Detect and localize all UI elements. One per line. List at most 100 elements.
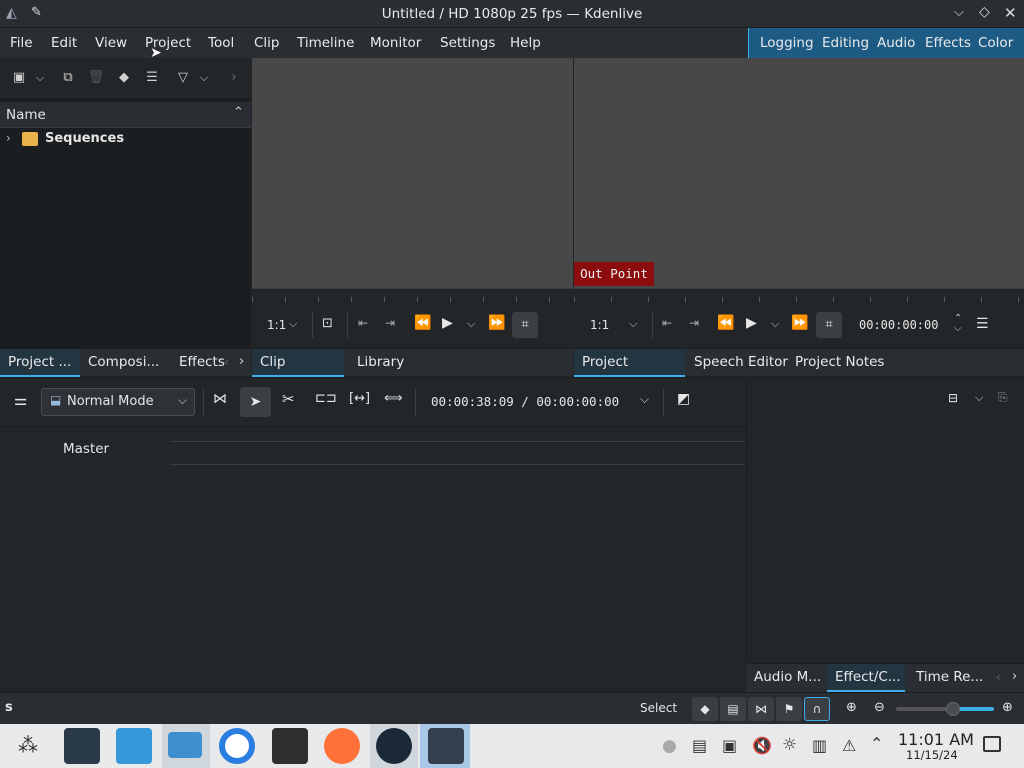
steam-tray-icon[interactable]: ● [662, 736, 677, 756]
edit-mode-select[interactable]: ⬓ Normal Mode ⌵ [41, 388, 195, 416]
project-monitor-screen[interactable] [574, 58, 1024, 288]
brightness-icon[interactable]: ☼ [782, 735, 797, 755]
clip-monitor-screen[interactable] [252, 58, 573, 288]
save-stack-icon[interactable]: ⎘ [998, 390, 1008, 405]
menu-edit[interactable]: Edit [51, 35, 77, 51]
chevron-right-icon[interactable]: › [223, 67, 245, 89]
chromium-icon[interactable] [219, 728, 255, 764]
add-folder-icon[interactable]: ⧉ [57, 67, 79, 89]
tag-icon[interactable]: ◆ [692, 697, 718, 721]
compare-icon[interactable]: ⊟ [948, 391, 958, 405]
chevron-up-icon[interactable]: ⌃ [870, 734, 883, 753]
maximize-icon[interactable]: ◇ [979, 4, 990, 20]
tab-time-remap[interactable]: Time Re... [908, 664, 991, 692]
storage-icon[interactable]: ▥ [812, 736, 827, 755]
menu-view[interactable]: View [95, 35, 127, 51]
track-settings-icon[interactable]: ⚌ [14, 391, 27, 409]
clip-zoom-select[interactable]: 1:1 [267, 318, 286, 332]
spacer-tool-icon[interactable]: ⋈ [213, 391, 227, 407]
set-out-point-icon[interactable]: ⇥ [689, 316, 699, 330]
spin-down-icon[interactable]: ⌵ [954, 323, 962, 334]
layout-editing[interactable]: Editing [822, 35, 869, 51]
tab-clip-monitor[interactable]: Clip Monitor [252, 349, 344, 397]
crop-icon[interactable]: ⌗ [816, 312, 842, 338]
menu-file[interactable]: File [10, 35, 33, 51]
clip-monitor-ruler[interactable] [252, 288, 573, 302]
tab-audio-mixer[interactable]: Audio M... [746, 664, 829, 692]
chevron-right-icon[interactable]: › [239, 354, 244, 369]
ripple-tool-icon[interactable]: ⊏⊐ [315, 391, 337, 406]
sort-up-icon[interactable]: ⌃ [233, 105, 244, 120]
marker-flag-icon[interactable]: ⚑ [776, 697, 802, 721]
chevron-down-icon[interactable]: ⌵ [771, 317, 779, 331]
expand-arrow-icon[interactable]: › [6, 131, 11, 145]
rewind-icon[interactable]: ⏪ [414, 315, 431, 331]
menu-clip[interactable]: Clip [254, 35, 280, 51]
steam-icon[interactable] [376, 728, 412, 764]
app-launcher-icon[interactable]: ⁂ [18, 733, 38, 757]
zoom-fit-icon[interactable]: ⊕ [846, 700, 857, 715]
menu-timeline[interactable]: Timeline [297, 35, 354, 51]
kdenlive-task-icon[interactable] [428, 728, 464, 764]
bin-header[interactable]: Name ⌃ [0, 102, 251, 128]
chevron-left-icon[interactable]: ‹ [224, 355, 229, 369]
zoom-slider[interactable] [896, 702, 994, 716]
filter-icon[interactable]: ▽ [172, 67, 194, 89]
forward-icon[interactable]: ⏩ [791, 315, 808, 331]
tab-compositions[interactable]: Composi... [80, 349, 167, 377]
tab-speech-editor[interactable]: Speech Editor [686, 349, 796, 377]
firefox-icon[interactable] [324, 728, 360, 764]
delete-icon[interactable]: 🗑 [85, 67, 107, 89]
discover-icon[interactable] [116, 728, 152, 764]
chevron-down-icon[interactable]: ⌵ [33, 67, 47, 89]
set-out-point-icon[interactable]: ⇥ [385, 316, 395, 330]
clock-date[interactable]: 11/15/24 [906, 748, 958, 762]
chevron-down-icon[interactable]: ⌵ [629, 317, 637, 331]
layout-audio[interactable]: Audio [877, 35, 915, 51]
system-settings-icon[interactable] [64, 728, 100, 764]
razor-tool-icon[interactable]: ✂ [282, 390, 295, 408]
minimize-icon[interactable]: ⌵ [954, 5, 964, 20]
tab-project-notes[interactable]: Project Notes [787, 349, 892, 377]
show-desktop-icon[interactable] [983, 736, 1001, 752]
chevron-left-icon[interactable]: ‹ [996, 670, 1001, 684]
menu-tool[interactable]: Tool [208, 35, 234, 51]
play-icon[interactable]: ▶ [442, 315, 453, 331]
play-icon[interactable]: ▶ [746, 315, 757, 331]
project-monitor-ruler[interactable] [574, 288, 1024, 302]
set-in-point-icon[interactable]: ⇤ [358, 316, 368, 330]
chevron-down-icon[interactable]: ⌵ [197, 67, 211, 89]
slide-tool-icon[interactable]: ⟺ [384, 391, 403, 406]
forward-icon[interactable]: ⏩ [488, 315, 505, 331]
add-clip-icon[interactable]: ▣ [8, 67, 30, 89]
menu-lines-icon[interactable]: ☰ [141, 67, 163, 89]
menu-lines-icon[interactable]: ☰ [976, 316, 989, 332]
terminal-icon[interactable] [272, 728, 308, 764]
tab-effect-composition[interactable]: Effect/C... [827, 664, 905, 692]
list-item[interactable]: › Sequences [0, 130, 251, 150]
timeline-timecode[interactable]: 00:00:38:09 / 00:00:00:00 [431, 394, 619, 409]
chevron-right-icon[interactable]: › [1012, 669, 1017, 684]
stop-icon[interactable]: ⊡ [322, 316, 333, 331]
project-zoom-select[interactable]: 1:1 [590, 318, 609, 332]
tab-project-bin[interactable]: Project ... [0, 349, 80, 377]
tag-icon[interactable]: ◆ [113, 67, 135, 89]
clock-time[interactable]: 11:01 AM [898, 730, 974, 749]
chevron-down-icon[interactable]: ⌵ [640, 392, 649, 407]
project-timecode[interactable]: 00:00:00:00 [859, 318, 938, 332]
timeline-ruler[interactable] [170, 441, 745, 465]
volume-muted-icon[interactable]: 🔇 [752, 736, 772, 755]
overview-icon[interactable]: ◩ [677, 391, 690, 407]
close-icon[interactable]: ✕ [1004, 4, 1017, 22]
zoom-out-icon[interactable]: ⊖ [874, 700, 885, 715]
menu-monitor[interactable]: Monitor [370, 35, 421, 51]
timeline-area[interactable]: Master [0, 426, 745, 692]
zoom-in-icon[interactable]: ⊕ [1002, 700, 1013, 715]
chevron-down-icon[interactable]: ⌵ [467, 317, 475, 331]
thumbnail-icon[interactable]: ▤ [720, 697, 746, 721]
zoom-slider-handle[interactable] [946, 702, 960, 716]
tab-project-monitor[interactable]: Project Monitor [574, 349, 685, 397]
screenshot-icon[interactable]: ▣ [722, 736, 737, 755]
select-tool-icon[interactable]: ➤ [240, 387, 271, 417]
snap-magnet-icon[interactable]: ∩ [804, 697, 830, 721]
